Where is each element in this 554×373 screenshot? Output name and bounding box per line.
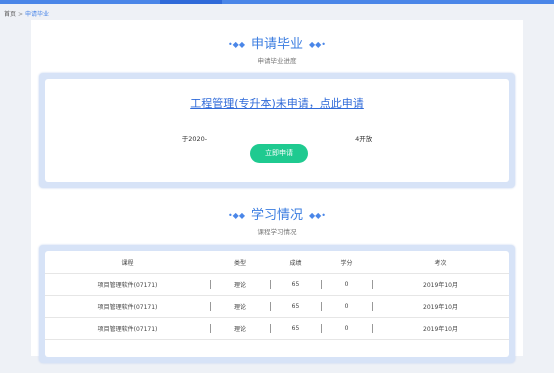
course-credit: 0 [321, 295, 372, 318]
table-row: 项目管理软件(07171) 理论 65 0 2019年10月 [45, 273, 509, 296]
course-score: 65 [270, 295, 321, 318]
course-credit: 0 [321, 273, 372, 296]
col-header-type: 类型 [210, 251, 270, 274]
diamond-right-icon: ◆◆• [309, 210, 327, 220]
col-header-credit: 学分 [321, 251, 372, 274]
course-panel: 课程 类型 成绩 学分 考次 项目管理软件(07171) 理论 65 0 201… [39, 245, 515, 363]
course-table: 课程 类型 成绩 学分 考次 项目管理软件(07171) 理论 65 0 201… [45, 251, 509, 340]
apply-section-subtitle: 申请毕业进度 [257, 57, 297, 65]
top-nav-bar [0, 0, 554, 4]
table-header-row: 课程 类型 成绩 学分 考次 [45, 251, 509, 274]
course-name: 项目管理软件(07171) [45, 317, 210, 340]
apply-status-link[interactable]: 工程管理(专升本)未申请，点此申请 [45, 95, 509, 111]
study-section-title: 学习情况 [250, 208, 303, 223]
active-nav-indicator[interactable] [160, 0, 222, 4]
course-exam-session: 2019年10月 [372, 273, 509, 296]
course-score: 65 [270, 317, 321, 340]
course-credit: 0 [321, 317, 372, 340]
breadcrumb-current: 申请毕业 [25, 11, 50, 18]
open-note-suffix: 4开放 [355, 135, 373, 143]
col-header-score: 成绩 [270, 251, 321, 274]
open-note-prefix: 于2020- [181, 135, 208, 143]
study-section-header: •◆◆ 学习情况 ◆◆• 课程学习情况 [31, 209, 523, 236]
apply-section-title: 申请毕业 [250, 37, 303, 52]
course-exam-session: 2019年10月 [372, 295, 509, 318]
course-exam-session: 2019年10月 [372, 317, 509, 340]
diamond-left-icon: •◆◆ [227, 210, 245, 220]
apply-panel: 工程管理(专升本)未申请，点此申请 于2020- 4开放 立即申请 [39, 73, 515, 188]
apply-section-header: •◆◆ 申请毕业 ◆◆• 申请毕业进度 [31, 38, 523, 65]
course-name: 项目管理软件(07171) [45, 295, 210, 318]
course-type: 理论 [210, 317, 270, 340]
table-row: 项目管理软件(07171) 理论 65 0 2019年10月 [45, 295, 509, 318]
diamond-right-icon: ◆◆• [309, 39, 327, 49]
course-name: 项目管理软件(07171) [45, 273, 210, 296]
apply-open-note: 于2020- 4开放 [45, 133, 509, 143]
col-header-exam-session: 考次 [372, 251, 509, 274]
course-type: 理论 [210, 273, 270, 296]
diamond-left-icon: •◆◆ [227, 39, 245, 49]
table-row: 项目管理软件(07171) 理论 65 0 2019年10月 [45, 317, 509, 340]
main-card: •◆◆ 申请毕业 ◆◆• 申请毕业进度 工程管理(专升本)未申请，点此申请 于2… [31, 20, 523, 363]
course-score: 65 [270, 273, 321, 296]
breadcrumb-separator: > [18, 11, 24, 18]
study-section-subtitle: 课程学习情况 [257, 228, 297, 236]
col-header-course: 课程 [45, 251, 210, 274]
breadcrumb-home[interactable]: 首页 [4, 11, 16, 18]
course-type: 理论 [210, 295, 270, 318]
apply-now-button[interactable]: 立即申请 [250, 144, 308, 163]
breadcrumb: 首页 > 申请毕业 [4, 9, 49, 18]
